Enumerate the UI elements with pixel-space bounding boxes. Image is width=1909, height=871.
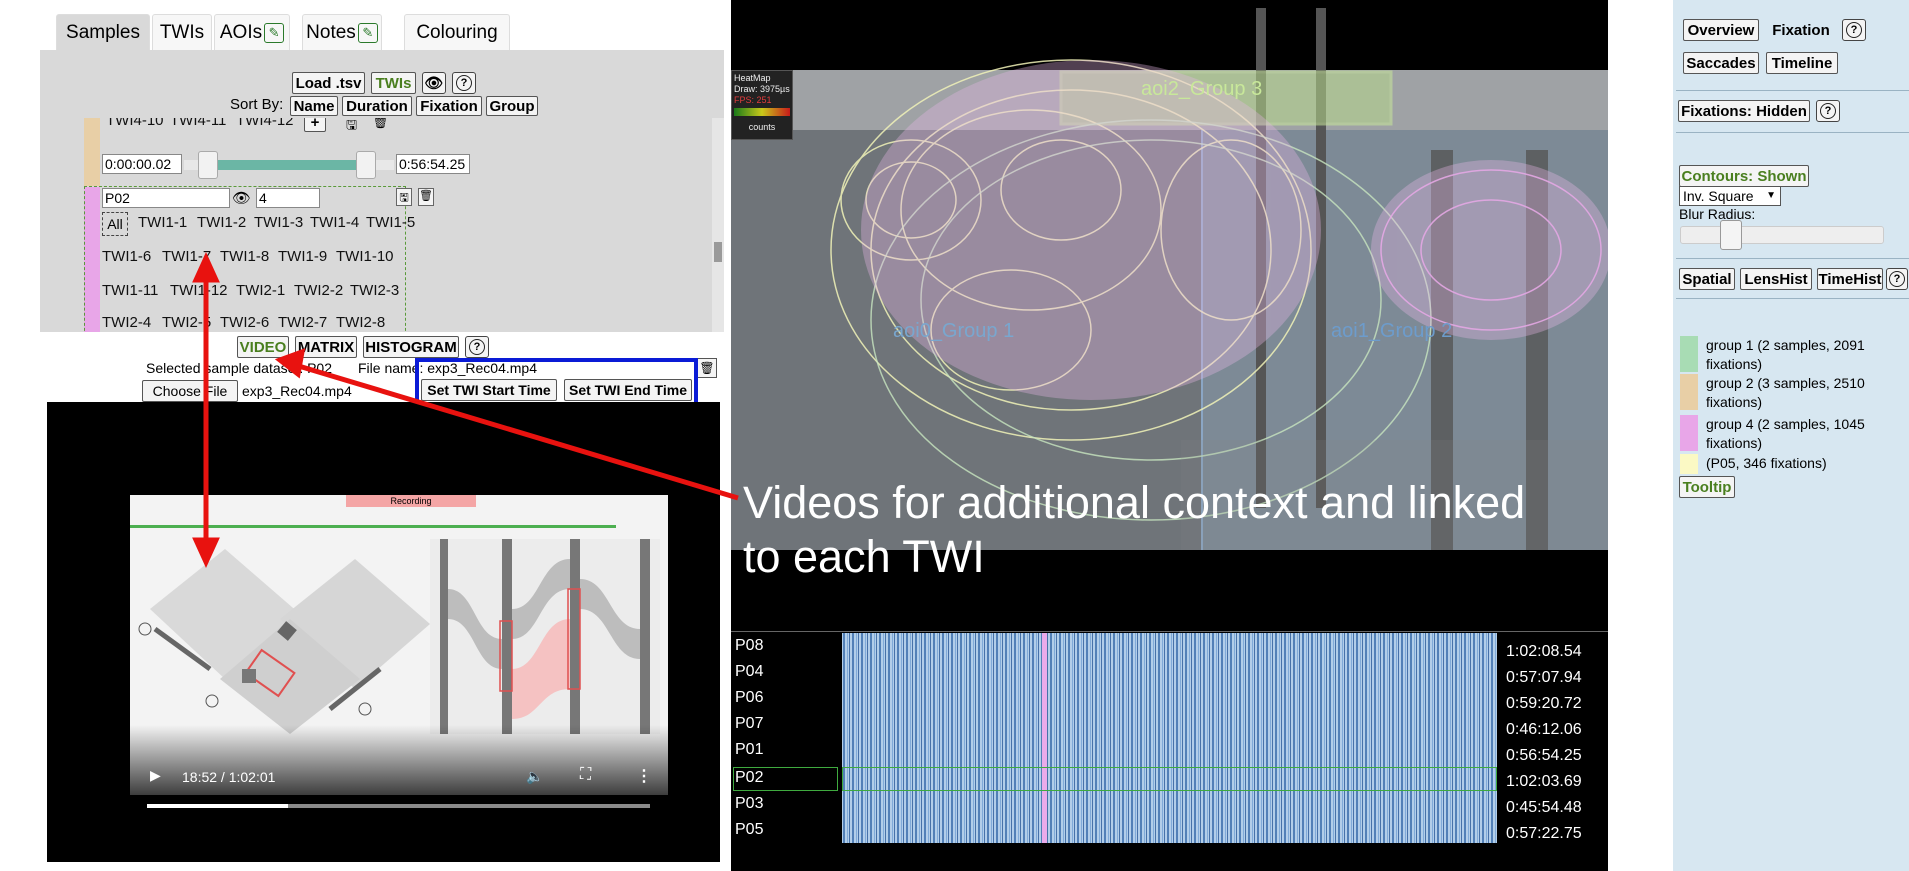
legend-label: group 4 (2 samples, 1045 fixations) [1706,416,1865,451]
legend-swatch [1680,374,1698,410]
timeline-button[interactable]: Timeline [1766,52,1838,74]
help-button[interactable]: ? [1816,100,1840,122]
lenshist-label: LensHist [1744,270,1808,288]
fixations-toggle-label: Fixations: Hidden [1681,102,1807,120]
sidebar-divider [1676,90,1909,91]
help-icon: ? [1889,271,1905,287]
kernel-select[interactable]: Inv. Square ▼ [1679,186,1781,206]
legend-swatch [1680,336,1698,372]
fixations-toggle-button[interactable]: Fixations: Hidden [1678,100,1810,122]
contours-toggle-label: Contours: Shown [1681,167,1807,185]
spatial-button[interactable]: Spatial [1679,268,1735,290]
help-icon: ? [1820,103,1836,119]
legend-label: (P05, 346 fixations) [1706,455,1827,471]
kernel-select-value: Inv. Square [1683,188,1754,204]
legend-label: group 1 (2 samples, 2091 fixations) [1706,337,1865,372]
fixation-button[interactable]: Fixation [1766,19,1836,41]
annotation-arrows [192,251,739,569]
blur-radius-label: Blur Radius: [1679,206,1756,222]
legend-label: group 2 (3 samples, 2510 fixations) [1706,375,1865,410]
contours-toggle-button[interactable]: Contours: Shown [1679,165,1809,187]
saccades-label: Saccades [1686,54,1756,72]
annotation-caption: Videos for additional context and linked… [743,476,1525,584]
timehist-button[interactable]: TimeHist [1817,268,1883,290]
saccades-button[interactable]: Saccades [1683,52,1759,74]
sidebar-divider [1676,132,1909,133]
overview-label: Overview [1687,21,1755,39]
annotation-line1: Videos for additional context and linked [743,477,1526,528]
sidebar-divider [1676,298,1909,299]
blur-radius-thumb[interactable] [1720,220,1742,250]
tooltip-button[interactable]: Tooltip [1679,476,1735,498]
chevron-down-icon: ▼ [1766,190,1776,201]
lenshist-button[interactable]: LensHist [1740,268,1812,290]
sidebar-divider [1676,258,1909,259]
annotation-line2: to each TWI [743,531,985,582]
help-button[interactable]: ? [1886,268,1908,290]
help-button[interactable]: ? [1842,19,1866,41]
timehist-label: TimeHist [1818,270,1882,288]
tooltip-label: Tooltip [1682,478,1732,496]
legend-swatch [1680,454,1698,474]
overview-button[interactable]: Overview [1683,19,1759,41]
legend-swatch [1680,415,1698,451]
spatial-label: Spatial [1682,270,1732,288]
help-icon: ? [1846,22,1862,38]
fixation-label: Fixation [1772,21,1830,39]
blur-radius-slider[interactable] [1680,226,1884,244]
timeline-label: Timeline [1771,54,1833,72]
